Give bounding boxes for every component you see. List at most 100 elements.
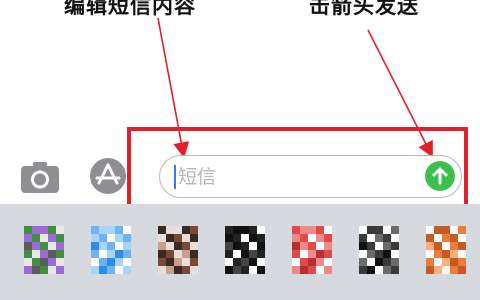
annotation-send-hint: 击箭头发送	[309, 0, 419, 18]
app-icon-pixel	[32, 242, 40, 250]
app-icon-pixel	[367, 226, 375, 234]
app-icon[interactable]	[292, 226, 336, 274]
app-icon-pixel	[115, 226, 123, 234]
app-icon-pixel	[375, 242, 383, 250]
app-icon-pixel	[233, 226, 241, 234]
app-icon[interactable]	[426, 226, 470, 274]
app-icon-pixel	[300, 234, 308, 242]
app-icon-pixel	[225, 250, 233, 258]
app-icon-pixel	[300, 266, 308, 274]
app-icon-pixel	[107, 258, 115, 266]
app-icon-pixel	[225, 266, 233, 274]
app-icon-pixel	[225, 258, 233, 266]
app-icon-pixel	[383, 250, 391, 258]
app-icon-pixel	[450, 242, 458, 250]
app-icon-pixel	[316, 242, 324, 250]
app-icon-pixel	[292, 266, 300, 274]
app-icon-pixel	[190, 250, 198, 258]
app-icon-pixel	[24, 234, 32, 242]
app-icon-pixel	[426, 266, 434, 274]
app-icon-pixel	[450, 234, 458, 242]
app-icon-pixel	[300, 250, 308, 258]
app-icon-pixel	[434, 234, 442, 242]
app-icon-pixel	[375, 234, 383, 242]
app-icon-pixel	[158, 258, 166, 266]
app-icon-pixel	[308, 266, 316, 274]
app-icon-pixel	[241, 258, 249, 266]
annotation-edit-text: 编辑短信内容	[64, 0, 196, 18]
app-icon-pixel	[308, 258, 316, 266]
app-icon-pixel	[391, 266, 399, 274]
app-icon[interactable]	[158, 226, 202, 274]
app-icon-pixel	[324, 258, 332, 266]
app-icon-pixel	[158, 250, 166, 258]
app-icon-pixel	[241, 266, 249, 274]
app-icon-pixel	[166, 266, 174, 274]
app-icon-pixel	[383, 234, 391, 242]
app-icon-pixel	[174, 226, 182, 234]
app-icon-pixel	[40, 226, 48, 234]
app-icon-pixel	[241, 242, 249, 250]
app-icon-pixel	[190, 258, 198, 266]
arrow-up-icon	[432, 167, 448, 185]
app-icon-pixel	[91, 258, 99, 266]
app-icon-pixel	[308, 234, 316, 242]
app-icon[interactable]	[91, 226, 135, 274]
app-icon-pixel	[107, 242, 115, 250]
app-icon[interactable]	[24, 226, 68, 274]
app-icon-pixel	[257, 258, 265, 266]
app-icon-pixel	[56, 242, 64, 250]
app-icon-pixel	[40, 266, 48, 274]
app-icon[interactable]	[225, 226, 269, 274]
app-icon-pixel	[115, 242, 123, 250]
app-icon-pixel	[316, 266, 324, 274]
app-icon-pixel	[158, 226, 166, 234]
app-icon-pixel	[426, 258, 434, 266]
app-icon-pixel	[249, 234, 257, 242]
app-icon-pixel	[91, 226, 99, 234]
app-icon-pixel	[24, 258, 32, 266]
app-icon-pixel	[99, 226, 107, 234]
app-icon-pixel	[40, 242, 48, 250]
app-icon-pixel	[434, 226, 442, 234]
app-icon-pixel	[190, 226, 198, 234]
app-icon-pixel	[359, 226, 367, 234]
app-icon-pixel	[99, 250, 107, 258]
app-icon-pixel	[450, 258, 458, 266]
app-icon-pixel	[367, 250, 375, 258]
app-icon-pixel	[91, 250, 99, 258]
app-icon[interactable]	[359, 226, 403, 274]
app-icon-pixel	[99, 258, 107, 266]
app-icon-pixel	[123, 242, 131, 250]
app-icon-pixel	[316, 234, 324, 242]
app-icon-pixel	[426, 250, 434, 258]
app-icon-pixel	[225, 234, 233, 242]
app-icon-pixel	[99, 242, 107, 250]
message-input[interactable]: 短信	[159, 155, 462, 198]
app-icon-pixel	[458, 226, 466, 234]
app-icon-pixel	[174, 250, 182, 258]
app-icon-pixel	[56, 226, 64, 234]
app-icon-pixel	[257, 250, 265, 258]
app-icon-pixel	[426, 234, 434, 242]
app-icon-pixel	[56, 266, 64, 274]
app-icon-pixel	[91, 234, 99, 242]
app-icon-pixel	[450, 266, 458, 274]
send-button[interactable]	[425, 161, 455, 191]
app-store-icon[interactable]	[88, 156, 128, 196]
app-icon-pixel	[324, 242, 332, 250]
app-icon-pixel	[48, 242, 56, 250]
app-icon-pixel	[158, 242, 166, 250]
app-icon-pixel	[32, 258, 40, 266]
app-icon-pixel	[367, 234, 375, 242]
app-icon-pixel	[383, 242, 391, 250]
app-icon-pixel	[107, 266, 115, 274]
app-icon-pixel	[123, 250, 131, 258]
app-icon-pixel	[324, 250, 332, 258]
app-icon-pixel	[174, 266, 182, 274]
app-icon-pixel	[123, 234, 131, 242]
app-icon-pixel	[391, 242, 399, 250]
app-icon-pixel	[450, 226, 458, 234]
app-drawer	[0, 204, 480, 300]
camera-icon[interactable]	[20, 159, 60, 199]
